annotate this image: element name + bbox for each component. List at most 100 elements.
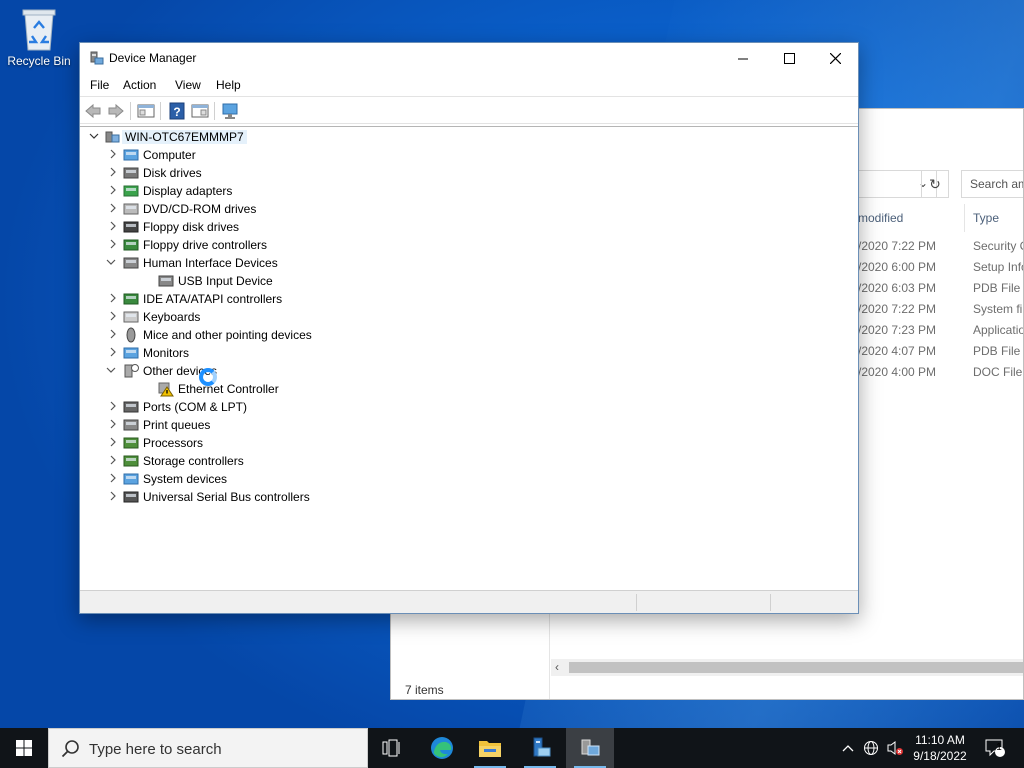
help-icon[interactable]: ? <box>168 102 186 120</box>
menu-file[interactable]: File <box>90 78 109 92</box>
chevron-right-icon[interactable] <box>107 310 119 322</box>
folder-icon <box>479 741 501 757</box>
chevron-right-icon[interactable] <box>107 472 119 484</box>
start-button[interactable] <box>0 728 48 768</box>
scroll-left-icon[interactable]: ‹ <box>555 660 559 674</box>
forward-arrow-icon[interactable] <box>107 102 125 120</box>
column-header-date-modified[interactable]: modified <box>858 211 903 225</box>
processor-icon <box>123 437 139 449</box>
chevron-right-icon[interactable] <box>107 454 119 466</box>
file-row[interactable]: /2020 7:22 PM System fil <box>858 302 1023 323</box>
chevron-right-icon[interactable] <box>107 148 119 160</box>
properties-icon[interactable] <box>191 102 209 120</box>
file-row[interactable]: /2020 6:00 PM Setup Info <box>858 260 1024 281</box>
chevron-right-icon[interactable] <box>107 220 119 232</box>
file-row[interactable]: /2020 7:22 PM Security C <box>858 239 1023 260</box>
edge-button[interactable] <box>418 728 466 768</box>
task-view-button[interactable] <box>368 728 416 768</box>
show-hide-console-tree-icon[interactable] <box>137 102 155 120</box>
device-label: Ethernet Controller <box>178 382 279 396</box>
file-row[interactable]: /2020 6:03 PM PDB File <box>858 281 1023 302</box>
menu-view[interactable]: View <box>175 78 201 92</box>
chevron-right-icon[interactable] <box>107 166 119 178</box>
chevron-down-icon[interactable] <box>105 364 117 376</box>
scan-hardware-changes-icon[interactable] <box>221 102 239 120</box>
scrollbar-thumb[interactable] <box>569 662 1023 673</box>
file-row[interactable]: /2020 4:07 PM PDB File <box>858 344 1023 365</box>
chevron-right-icon[interactable] <box>107 418 119 430</box>
chevron-right-icon[interactable] <box>107 490 119 502</box>
refresh-icon: ↻ <box>929 175 941 192</box>
file-type: Setup Info <box>973 260 1024 274</box>
floppy-disk-icon <box>123 221 139 233</box>
explorer-search-input[interactable]: Search am <box>961 170 1023 198</box>
file-date: /2020 7:23 PM <box>858 323 937 337</box>
desktop: Recycle Bin ⌄ ↻ Search am modified Type … <box>0 0 1024 728</box>
chevron-right-icon[interactable] <box>107 184 119 196</box>
menu-help[interactable]: Help <box>216 78 241 92</box>
file-row[interactable]: /2020 7:23 PM Applicatio <box>858 323 1023 344</box>
display-adapter-icon <box>123 185 139 197</box>
floppy-controller-icon <box>123 239 139 251</box>
file-row[interactable]: /2020 4:00 PM DOC File <box>858 365 1023 386</box>
toolbar-separator <box>160 102 161 120</box>
minimize-button[interactable] <box>720 43 766 74</box>
status-divider <box>770 594 771 611</box>
close-button[interactable] <box>812 43 858 74</box>
windows-logo-icon <box>16 740 32 756</box>
chevron-down-icon[interactable] <box>88 130 100 142</box>
chevron-right-icon[interactable] <box>107 346 119 358</box>
ide-controller-icon <box>123 293 139 305</box>
system-device-icon <box>123 473 139 485</box>
title-bar[interactable]: Device Manager <box>80 43 858 74</box>
refresh-button[interactable]: ↻ <box>921 170 949 198</box>
taskbar-search-input[interactable]: Type here to search <box>48 728 368 768</box>
navigation-pane-divider[interactable] <box>549 609 550 699</box>
chevron-right-icon[interactable] <box>107 238 119 250</box>
horizontal-scrollbar[interactable]: ‹ <box>551 659 1023 676</box>
device-manager-app-icon <box>90 51 104 65</box>
busy-cursor-icon <box>199 368 217 386</box>
file-type: DOC File <box>973 365 1023 379</box>
file-explorer-button[interactable] <box>466 728 514 768</box>
device-manager-taskbar-button[interactable] <box>566 728 614 768</box>
column-divider[interactable] <box>964 204 965 232</box>
menu-action[interactable]: Action <box>123 78 156 92</box>
keyboard-icon <box>123 311 139 323</box>
chevron-right-icon[interactable] <box>107 436 119 448</box>
explorer-status-text: 7 items <box>405 683 444 697</box>
chevron-down-icon[interactable] <box>105 256 117 268</box>
status-bar <box>80 590 858 613</box>
file-date: /2020 6:00 PM <box>858 260 937 274</box>
maximize-button[interactable] <box>766 43 812 74</box>
back-arrow-icon[interactable] <box>84 102 102 120</box>
chevron-right-icon[interactable] <box>107 202 119 214</box>
recycle-bin-label: Recycle Bin <box>7 54 71 68</box>
device-label: USB Input Device <box>178 274 273 288</box>
chevron-right-icon[interactable] <box>107 292 119 304</box>
search-icon <box>61 740 79 758</box>
chevron-right-icon[interactable] <box>107 328 119 340</box>
warning-device-icon <box>158 382 174 397</box>
device-label: Storage controllers <box>143 454 244 468</box>
clock[interactable]: 11:10 AM 9/18/2022 <box>905 732 975 764</box>
chevron-up-icon <box>842 745 854 752</box>
notifications-button[interactable]: 1 <box>980 728 1010 768</box>
file-date: /2020 4:07 PM <box>858 344 937 358</box>
volume-tray-button[interactable] <box>884 728 906 768</box>
recycle-bin[interactable]: Recycle Bin <box>4 6 74 68</box>
network-tray-button[interactable] <box>860 728 882 768</box>
device-label: System devices <box>143 472 228 486</box>
chevron-right-icon[interactable] <box>107 400 119 412</box>
server-manager-button[interactable] <box>516 728 564 768</box>
file-date: /2020 7:22 PM <box>858 302 937 316</box>
file-type: PDB File <box>973 281 1021 295</box>
device-manager-window[interactable]: Device Manager File Action View Help ? W… <box>79 42 859 614</box>
hid-icon <box>158 275 174 287</box>
edge-icon <box>431 737 453 759</box>
clock-time: 11:10 AM <box>915 733 965 747</box>
monitor-icon <box>123 347 139 359</box>
show-hidden-icons-button[interactable] <box>838 728 858 768</box>
device-tree[interactable]: WIN-OTC67EMMMP7 Computer Disk drives Displ… <box>80 126 858 588</box>
column-header-type[interactable]: Type <box>973 211 999 225</box>
